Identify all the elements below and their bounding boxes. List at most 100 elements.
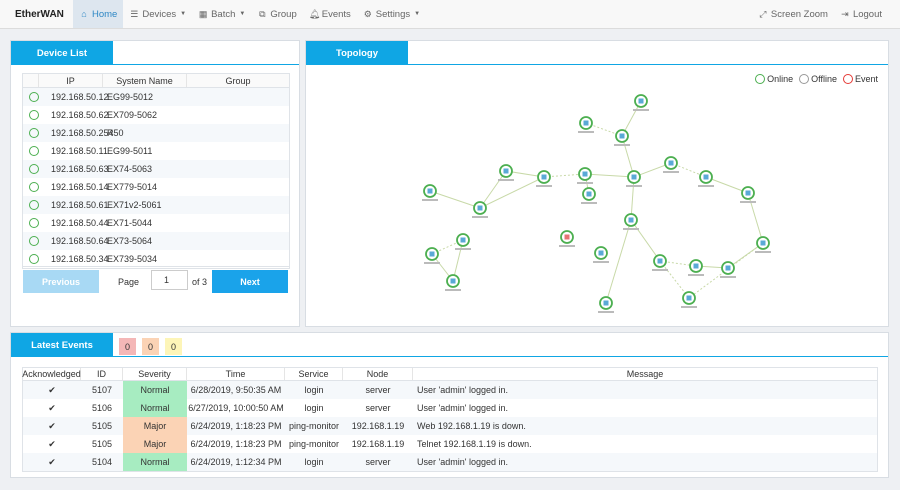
next-page-button[interactable]: Next	[212, 270, 288, 293]
topology-device-node[interactable]	[681, 291, 697, 308]
switch-icon	[429, 251, 435, 257]
event-severity: Normal	[123, 399, 187, 417]
nav-settings[interactable]: ⚙ Settings ▼	[357, 0, 426, 28]
major-count-badge[interactable]: 0	[142, 338, 159, 355]
device-system-name: EX709-5062	[107, 110, 158, 120]
system-name-column-header[interactable]: System Name	[103, 74, 187, 87]
device-row[interactable]: 192.168.50.62 EX709-5062	[23, 106, 289, 124]
topology-device-node[interactable]	[698, 170, 714, 187]
topology-device-node[interactable]	[578, 116, 594, 133]
minor-count-badge[interactable]: 0	[165, 338, 182, 355]
device-row[interactable]: 192.168.50.44 EX71-5044	[23, 214, 289, 232]
group-column-header[interactable]: Group	[187, 74, 289, 87]
topology-map[interactable]	[306, 41, 890, 328]
topology-device-node[interactable]	[740, 186, 756, 203]
event-row[interactable]: ✔ 5107 Normal 6/28/2019, 9:50:35 AM login ser…	[23, 381, 877, 399]
device-ip: 192.168.50.44	[51, 218, 109, 228]
event-id: 5107	[91, 385, 113, 395]
topology-link	[479, 176, 545, 209]
topology-device-node[interactable]	[663, 156, 679, 173]
topology-device-node[interactable]	[455, 233, 471, 250]
message-column-header[interactable]: Message	[413, 368, 877, 380]
event-row[interactable]: ✔ 5105 Major 6/24/2019, 1:18:23 PM ping-moni…	[23, 435, 877, 453]
node-caption-mark	[755, 251, 771, 253]
device-status-cell	[23, 146, 39, 156]
id-column-header[interactable]: ID	[81, 368, 123, 380]
event-row[interactable]: ✔ 5104 Normal 6/24/2019, 1:12:34 PM login ser…	[23, 453, 877, 471]
topology-device-node[interactable]	[445, 274, 461, 291]
caret-down-icon: ▼	[180, 11, 187, 17]
topology-device-node[interactable]	[581, 187, 597, 204]
logout-button[interactable]: ⇥ Logout	[834, 0, 900, 28]
node-caption-mark	[740, 201, 756, 203]
event-message: User 'admin' logged in.	[417, 403, 508, 413]
device-row[interactable]: 192.168.50.64 EX73-5064	[23, 232, 289, 250]
device-status-cell	[23, 200, 39, 210]
previous-page-button[interactable]: Previous	[23, 270, 99, 293]
group-icon: ⧉	[259, 8, 266, 19]
page-number-input[interactable]: 1	[151, 270, 188, 290]
topology-device-node[interactable]	[614, 129, 630, 146]
offline-ring-icon	[799, 74, 810, 84]
nav-home[interactable]: ⌂ Home	[73, 0, 124, 28]
event-row[interactable]: ✔ 5105 Major 6/24/2019, 1:18:23 PM ping-moni…	[23, 417, 877, 435]
device-table: IP System Name Group 192.168.50.12 EG99-5…	[22, 73, 290, 269]
device-row[interactable]: 192.168.50.14 EX779-5014	[23, 178, 289, 196]
service-column-header[interactable]: Service	[285, 368, 343, 380]
switch-icon	[603, 300, 609, 306]
time-column-header[interactable]: Time	[187, 368, 285, 380]
event-service: login	[304, 403, 324, 413]
online-status-icon	[29, 110, 39, 120]
nav-group[interactable]: ⧉ Group	[251, 0, 302, 28]
nav-devices-label: Devices	[142, 8, 177, 20]
nav-settings-label: Settings	[375, 8, 411, 20]
topology-device-node[interactable]	[598, 296, 614, 313]
event-node: server	[365, 385, 391, 395]
node-caption-mark	[652, 269, 668, 271]
event-row[interactable]: ✔ 5106 Normal 6/27/2019, 10:00:50 AM login se…	[23, 399, 877, 417]
topology-device-node[interactable]	[577, 167, 593, 184]
nav-devices[interactable]: ☰ Devices ▼	[123, 0, 192, 28]
device-row[interactable]: 192.168.50.12 EG99-5012	[23, 88, 289, 106]
nav-batch-label: Batch	[211, 8, 236, 20]
event-severity: Normal	[123, 453, 187, 471]
latest-events-panel: Latest Events 0 0 0 Acknowledged ID Seve…	[10, 332, 889, 478]
device-row[interactable]: 192.168.50.63 EX74-5063	[23, 160, 289, 178]
event-message: Telnet 192.168.1.19 is down.	[417, 439, 532, 449]
event-node: server	[365, 403, 391, 413]
switch-icon	[693, 263, 699, 269]
events-table-header: Acknowledged ID Severity Time Service No…	[22, 368, 877, 381]
device-ip: 192.168.50.11	[51, 146, 108, 156]
device-status-cell	[23, 128, 39, 138]
device-row[interactable]: 192.168.50.254 R50	[23, 124, 289, 142]
topology-device-node[interactable]	[720, 261, 736, 278]
device-row[interactable]: 192.168.50.61 EX71v2-5061	[23, 196, 289, 214]
ip-column-header[interactable]: IP	[39, 74, 103, 87]
topology-device-node[interactable]	[626, 170, 642, 187]
online-status-icon	[29, 164, 39, 174]
nav-events[interactable]: 🔔︎ Events	[303, 0, 357, 28]
node-caption-mark	[633, 109, 649, 111]
node-caption-mark	[663, 171, 679, 173]
nav-group-label: Group	[270, 8, 297, 20]
status-column-header	[23, 74, 39, 87]
critical-count-badge[interactable]: 0	[119, 338, 136, 355]
topology-device-node[interactable]	[688, 259, 704, 276]
topology-device-node[interactable]	[472, 201, 488, 218]
node-column-header[interactable]: Node	[343, 368, 413, 380]
device-row[interactable]: 192.168.50.11 EG99-5011	[23, 142, 289, 160]
topology-device-node[interactable]	[559, 230, 575, 247]
node-caption-mark	[577, 182, 593, 184]
topology-device-node[interactable]	[755, 236, 771, 253]
topology-device-node[interactable]	[593, 246, 609, 263]
nav-batch[interactable]: ▦ Batch ▼	[192, 0, 251, 28]
topology-device-node[interactable]	[633, 94, 649, 111]
topology-device-node[interactable]	[536, 170, 552, 187]
brand-logo[interactable]: EtherWAN	[0, 0, 73, 28]
topology-device-node[interactable]	[422, 184, 438, 201]
event-time: 6/24/2019, 1:18:23 PM	[190, 439, 282, 449]
screen-zoom-button[interactable]: ⤢ Screen Zoom	[752, 0, 834, 28]
switch-icon	[725, 265, 731, 271]
ack-column-header[interactable]: Acknowledged	[22, 368, 81, 380]
severity-column-header[interactable]: Severity	[123, 368, 187, 380]
